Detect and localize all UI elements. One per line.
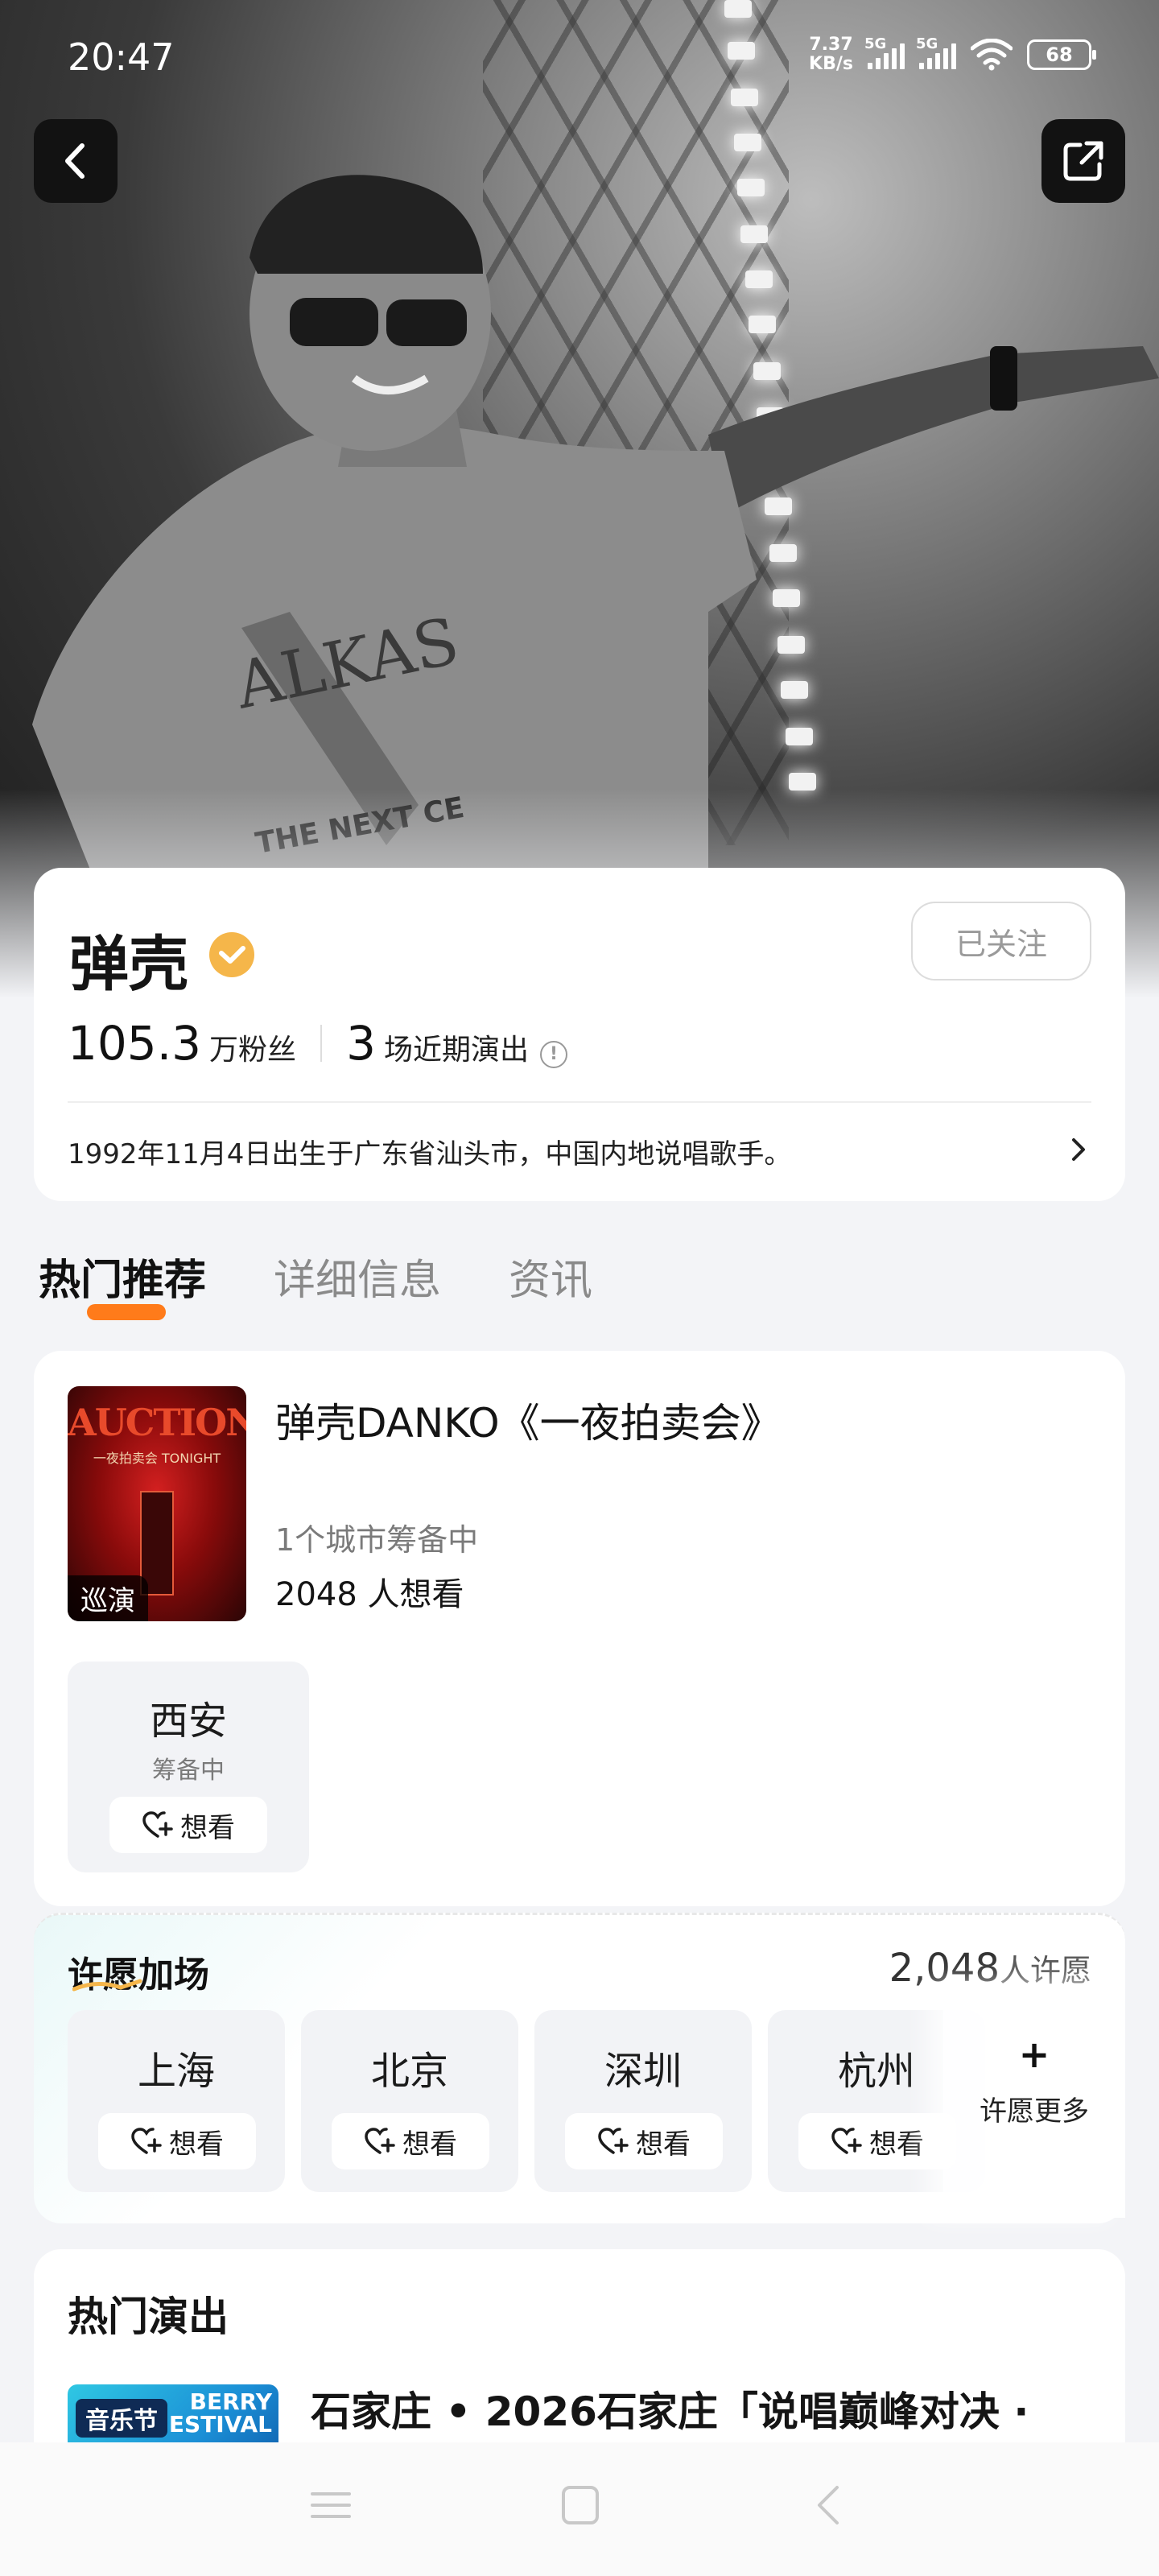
heart-plus-icon	[365, 2128, 395, 2154]
wish-city-card[interactable]: 北京 想看	[301, 2010, 518, 2192]
tour-status: 1个城市筹备中	[275, 1522, 479, 1558]
want-button[interactable]: 想看	[798, 2113, 956, 2169]
want-label: 想看	[636, 2128, 691, 2161]
network-speed-value: 7.37	[809, 35, 853, 55]
share-icon	[1063, 141, 1103, 181]
wish-city-card[interactable]: 深圳 想看	[534, 2010, 752, 2192]
want-label: 想看	[402, 2128, 457, 2161]
signal-icon-2: 5G	[916, 35, 956, 69]
back-nav-icon[interactable]	[802, 2481, 858, 2529]
status-bar: 20:47 7.37 KB/s 5G 5G 68	[0, 0, 1159, 113]
want-button[interactable]: 想看	[109, 1797, 267, 1853]
artist-bio[interactable]: 1992年11月4日出生于广东省汕头市，中国内地说唱歌手。	[68, 1132, 1033, 1171]
city-status: 筹备中	[152, 1757, 225, 1785]
wish-card: 许愿加场 2,048人许愿 上海 想看 北京 想看 深圳 想看 杭州 想看 + …	[34, 1913, 1125, 2223]
want-label: 想看	[169, 2128, 224, 2161]
tab-details[interactable]: 详细信息	[274, 1246, 441, 1307]
shows-unit: 场近期演出	[383, 1034, 529, 1067]
wish-more-button[interactable]: + 许愿更多	[943, 1984, 1125, 2218]
info-icon[interactable]: !	[539, 1041, 567, 1068]
signal-icon-1: 5G	[864, 35, 905, 69]
wifi-icon	[971, 39, 1013, 71]
want-button[interactable]: 想看	[565, 2113, 723, 2169]
active-tab-indicator	[87, 1304, 166, 1320]
hot-shows-heading: 热门演出	[68, 2293, 229, 2340]
performer-silhouette: ALKAS THE NEXT CE	[32, 175, 1159, 886]
want-label: 想看	[869, 2128, 924, 2161]
tab-label: 热门推荐	[39, 1257, 207, 1305]
tour-poster[interactable]: AUCTION 一夜拍卖会 TONIGHT 巡演	[68, 1386, 246, 1621]
stats-divider	[320, 1025, 323, 1062]
system-nav-bar	[0, 2442, 1159, 2576]
tour-title[interactable]: 弹壳DANKO《一夜拍卖会》	[275, 1391, 782, 1449]
artist-name: 弹壳	[69, 930, 188, 999]
status-icons: 7.37 KB/s 5G 5G 68	[809, 35, 1096, 74]
wish-city-list: 上海 想看 北京 想看 深圳 想看 杭州 想看	[68, 2010, 985, 2192]
back-button[interactable]	[34, 119, 118, 203]
tour-city-card[interactable]: 西安 筹备中 想看	[68, 1662, 309, 1872]
network-speed-unit: KB/s	[809, 54, 853, 74]
home-icon[interactable]	[552, 2481, 608, 2529]
artist-info-card: 弹壳 已关注 105.3 万粉丝 3 场近期演出 ! 1992年11月4日出生于…	[34, 868, 1125, 1201]
plus-icon: +	[1018, 2033, 1050, 2076]
heart-plus-icon	[131, 2128, 162, 2154]
wish-city-name: 北京	[370, 2049, 448, 2094]
fans-unit: 万粉丝	[209, 1034, 297, 1067]
fans-count: 105.3	[68, 1016, 202, 1071]
show-title[interactable]: 石家庄 • 2026石家庄「说唱巅峰对决 ·	[311, 2380, 1083, 2438]
verified-icon	[209, 932, 254, 977]
artist-stats: 105.3 万粉丝 3 场近期演出 !	[68, 1016, 567, 1071]
tab-news[interactable]: 资讯	[509, 1246, 592, 1307]
chevron-right-icon[interactable]	[1066, 1133, 1091, 1166]
tour-card[interactable]: AUCTION 一夜拍卖会 TONIGHT 巡演 弹壳DANKO《一夜拍卖会》 …	[34, 1351, 1125, 1906]
wish-city-name: 上海	[137, 2049, 215, 2094]
wish-count-unit: 人许愿	[999, 1953, 1091, 1988]
wish-swoosh-icon	[72, 1979, 142, 1992]
shows-count: 3	[346, 1016, 376, 1071]
menu-icon[interactable]	[303, 2481, 359, 2529]
heart-plus-icon	[142, 1811, 173, 1838]
tab-hot-recommend[interactable]: 热门推荐	[39, 1246, 207, 1320]
poster-subtitle: 一夜拍卖会 TONIGHT	[93, 1451, 221, 1466]
follow-button[interactable]: 已关注	[911, 902, 1091, 980]
heart-plus-icon	[598, 2128, 629, 2154]
wish-more-label: 许愿更多	[980, 2095, 1089, 2128]
card-divider	[68, 1101, 1091, 1103]
poster-title: AUCTION	[68, 1401, 246, 1444]
network-speed: 7.37 KB/s	[809, 35, 853, 74]
content-tabs: 热门推荐 详细信息 资讯	[39, 1246, 592, 1320]
wish-city-card[interactable]: 上海 想看	[68, 2010, 285, 2192]
artist-hero-photo: ALKAS THE NEXT CE	[0, 0, 1159, 998]
share-button[interactable]	[1041, 119, 1125, 203]
tour-want-count: 2048 人想看	[275, 1576, 464, 1613]
battery-icon: 68	[1027, 39, 1096, 70]
heart-plus-icon	[831, 2128, 862, 2154]
signal-label-1: 5G	[864, 35, 887, 52]
want-button[interactable]: 想看	[332, 2113, 489, 2169]
city-name: 西安	[149, 1699, 227, 1744]
tour-badge: 巡演	[68, 1575, 148, 1621]
status-time: 20:47	[68, 35, 175, 79]
wish-title: 许愿加场	[68, 1946, 209, 1997]
want-label: 想看	[180, 1811, 235, 1844]
want-button[interactable]: 想看	[98, 2113, 256, 2169]
show-category-tag: 音乐节	[76, 2399, 167, 2438]
chevron-left-icon	[65, 143, 85, 179]
wish-city-name: 深圳	[604, 2049, 682, 2094]
signal-label-2: 5G	[916, 35, 938, 52]
